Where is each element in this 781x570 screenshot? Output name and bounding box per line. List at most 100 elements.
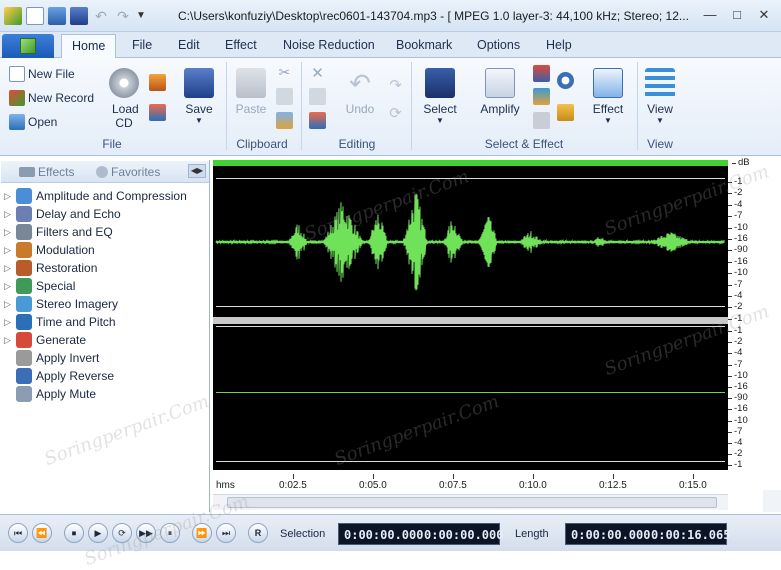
tab-effect[interactable]: Effect [225, 38, 257, 52]
group-separator [226, 62, 227, 150]
expand-arrow-icon[interactable]: ▷ [4, 335, 14, 346]
channel-2[interactable] [213, 324, 728, 470]
fade-icon[interactable] [533, 88, 550, 105]
application-menu-button[interactable] [2, 34, 54, 58]
open-button[interactable]: Open [9, 114, 57, 130]
selection-end-time: 0:00:00.000 [424, 528, 504, 542]
expand-arrow-icon[interactable]: ▷ [4, 299, 14, 310]
expand-arrow-icon[interactable]: ▷ [4, 263, 14, 274]
tab-favorites[interactable]: Favorites [96, 165, 160, 179]
go-to-start-button[interactable]: ⏮ [8, 523, 28, 543]
tab-help[interactable]: Help [546, 38, 572, 52]
channel-1[interactable] [213, 168, 728, 317]
maximize-button[interactable]: □ [726, 5, 748, 25]
redo-icon[interactable]: ↷ [387, 76, 404, 94]
tree-item[interactable]: ▷ Special [4, 277, 208, 295]
stop-button[interactable]: ⏹ [64, 523, 84, 543]
load-cd-button[interactable]: Load CD [104, 68, 144, 130]
horizontal-scrollbar[interactable] [213, 494, 728, 510]
db-tick-label: -4 [727, 198, 743, 210]
panel-tab-scroll-arrows[interactable]: ◀▶ [188, 164, 206, 178]
db-tick-label: -2 [727, 448, 743, 460]
undo-icon[interactable]: ↶ [92, 7, 110, 25]
wave-effect-icon[interactable] [557, 104, 574, 121]
horizontal-scroll-thumb[interactable] [227, 497, 717, 508]
time-tick-label: 0:02.5 [279, 480, 307, 491]
play-button[interactable]: ▶ [88, 523, 108, 543]
loop-button[interactable]: ⟳ [112, 523, 132, 543]
effect-category-icon [16, 296, 32, 312]
vertical-scrollbar[interactable] [763, 490, 781, 512]
tree-item[interactable]: ▷ Time and Pitch [4, 313, 208, 331]
waveform-view[interactable] [213, 160, 728, 470]
close-button[interactable]: ✕ [753, 5, 775, 25]
new-file-icon[interactable] [26, 7, 44, 25]
expand-arrow-icon[interactable]: ▷ [4, 245, 14, 256]
open-icon[interactable] [48, 7, 66, 25]
clipboard-settings-icon[interactable] [276, 112, 293, 129]
normalize-icon[interactable] [533, 65, 550, 82]
new-record-button[interactable]: New Record [9, 90, 94, 106]
burn-cd-icon[interactable] [149, 104, 166, 121]
copy-icon[interactable] [276, 88, 293, 105]
tree-item[interactable]: ▷ Modulation [4, 241, 208, 259]
go-to-end-button[interactable]: ⏭ [216, 523, 236, 543]
undo-button[interactable]: ↶ Undo [340, 68, 380, 116]
tree-item[interactable]: Apply Reverse [4, 367, 208, 385]
selection-start-time: 0:00:00.000 [344, 528, 424, 542]
tree-item[interactable]: Apply Invert [4, 349, 208, 367]
fast-forward-button[interactable]: ⏩ [192, 523, 212, 543]
customize-dropdown-icon[interactable]: ▼ [136, 7, 146, 25]
pause-button[interactable]: ⏸ [160, 523, 180, 543]
trim-icon[interactable] [309, 112, 326, 129]
redo-icon[interactable]: ↷ [114, 7, 132, 25]
cut-icon[interactable]: ✂ [276, 64, 293, 81]
db-tick-label: -16 [728, 381, 748, 392]
record-button[interactable]: R [248, 523, 268, 543]
tree-item[interactable]: ▷ Stereo Imagery [4, 295, 208, 313]
overview-bar[interactable] [213, 160, 728, 166]
delete-icon[interactable]: ✕ [309, 64, 326, 82]
tab-edit[interactable]: Edit [178, 38, 200, 52]
select-button[interactable]: Select ▼ [420, 68, 460, 125]
expand-arrow-icon[interactable]: ▷ [4, 317, 14, 328]
select-dropdown-icon: ▼ [436, 116, 444, 125]
expand-arrow-icon[interactable]: ▷ [4, 281, 14, 292]
save-button[interactable]: Save ▼ [181, 68, 217, 125]
new-file-button[interactable]: New File [9, 66, 75, 82]
tab-effects[interactable]: Effects [19, 165, 74, 179]
view-button[interactable]: View ▼ [642, 68, 678, 125]
effect-button[interactable]: Effect ▼ [588, 68, 628, 125]
play-selection-button[interactable]: ▶▶ [136, 523, 156, 543]
time-tick [293, 474, 294, 479]
amplify-button[interactable]: Amplify [476, 68, 524, 116]
tree-item-label: Restoration [36, 261, 98, 275]
tree-item[interactable]: ▷ Filters and EQ [4, 223, 208, 241]
tree-item[interactable]: ▷ Amplitude and Compression [4, 187, 208, 205]
expand-arrow-icon[interactable]: ▷ [4, 191, 14, 202]
ribbon-tab-bar: Home File Edit Effect Noise Reduction Bo… [0, 32, 781, 59]
tree-item[interactable]: ▷ Restoration [4, 259, 208, 277]
expand-arrow-icon[interactable]: ▷ [4, 209, 14, 220]
expand-arrow-icon[interactable]: ▷ [4, 227, 14, 238]
selection-time-display: 0:00:00.000 0:00:00.000 [338, 523, 504, 545]
tab-home[interactable]: Home [61, 34, 117, 59]
channel-divider[interactable] [213, 317, 728, 324]
silence-icon[interactable] [533, 112, 550, 129]
tab-options[interactable]: Options [477, 38, 520, 52]
speed-icon[interactable] [557, 72, 574, 89]
tree-item[interactable]: ▷ Generate [4, 331, 208, 349]
tab-noise-reduction[interactable]: Noise Reduction [283, 38, 375, 52]
crop-icon[interactable] [309, 88, 326, 105]
db-unit-label: dB [732, 157, 750, 168]
video-icon[interactable] [149, 74, 166, 91]
rewind-button[interactable]: ⏪ [32, 523, 52, 543]
minimize-button[interactable]: — [699, 5, 721, 25]
tab-bookmark[interactable]: Bookmark [396, 38, 452, 52]
save-icon[interactable] [70, 7, 88, 25]
tree-item[interactable]: ▷ Delay and Echo [4, 205, 208, 223]
paste-button[interactable]: Paste [233, 68, 269, 116]
tree-item[interactable]: Apply Mute [4, 385, 208, 403]
repeat-icon[interactable]: ⟳ [387, 104, 404, 122]
tab-file[interactable]: File [132, 38, 152, 52]
